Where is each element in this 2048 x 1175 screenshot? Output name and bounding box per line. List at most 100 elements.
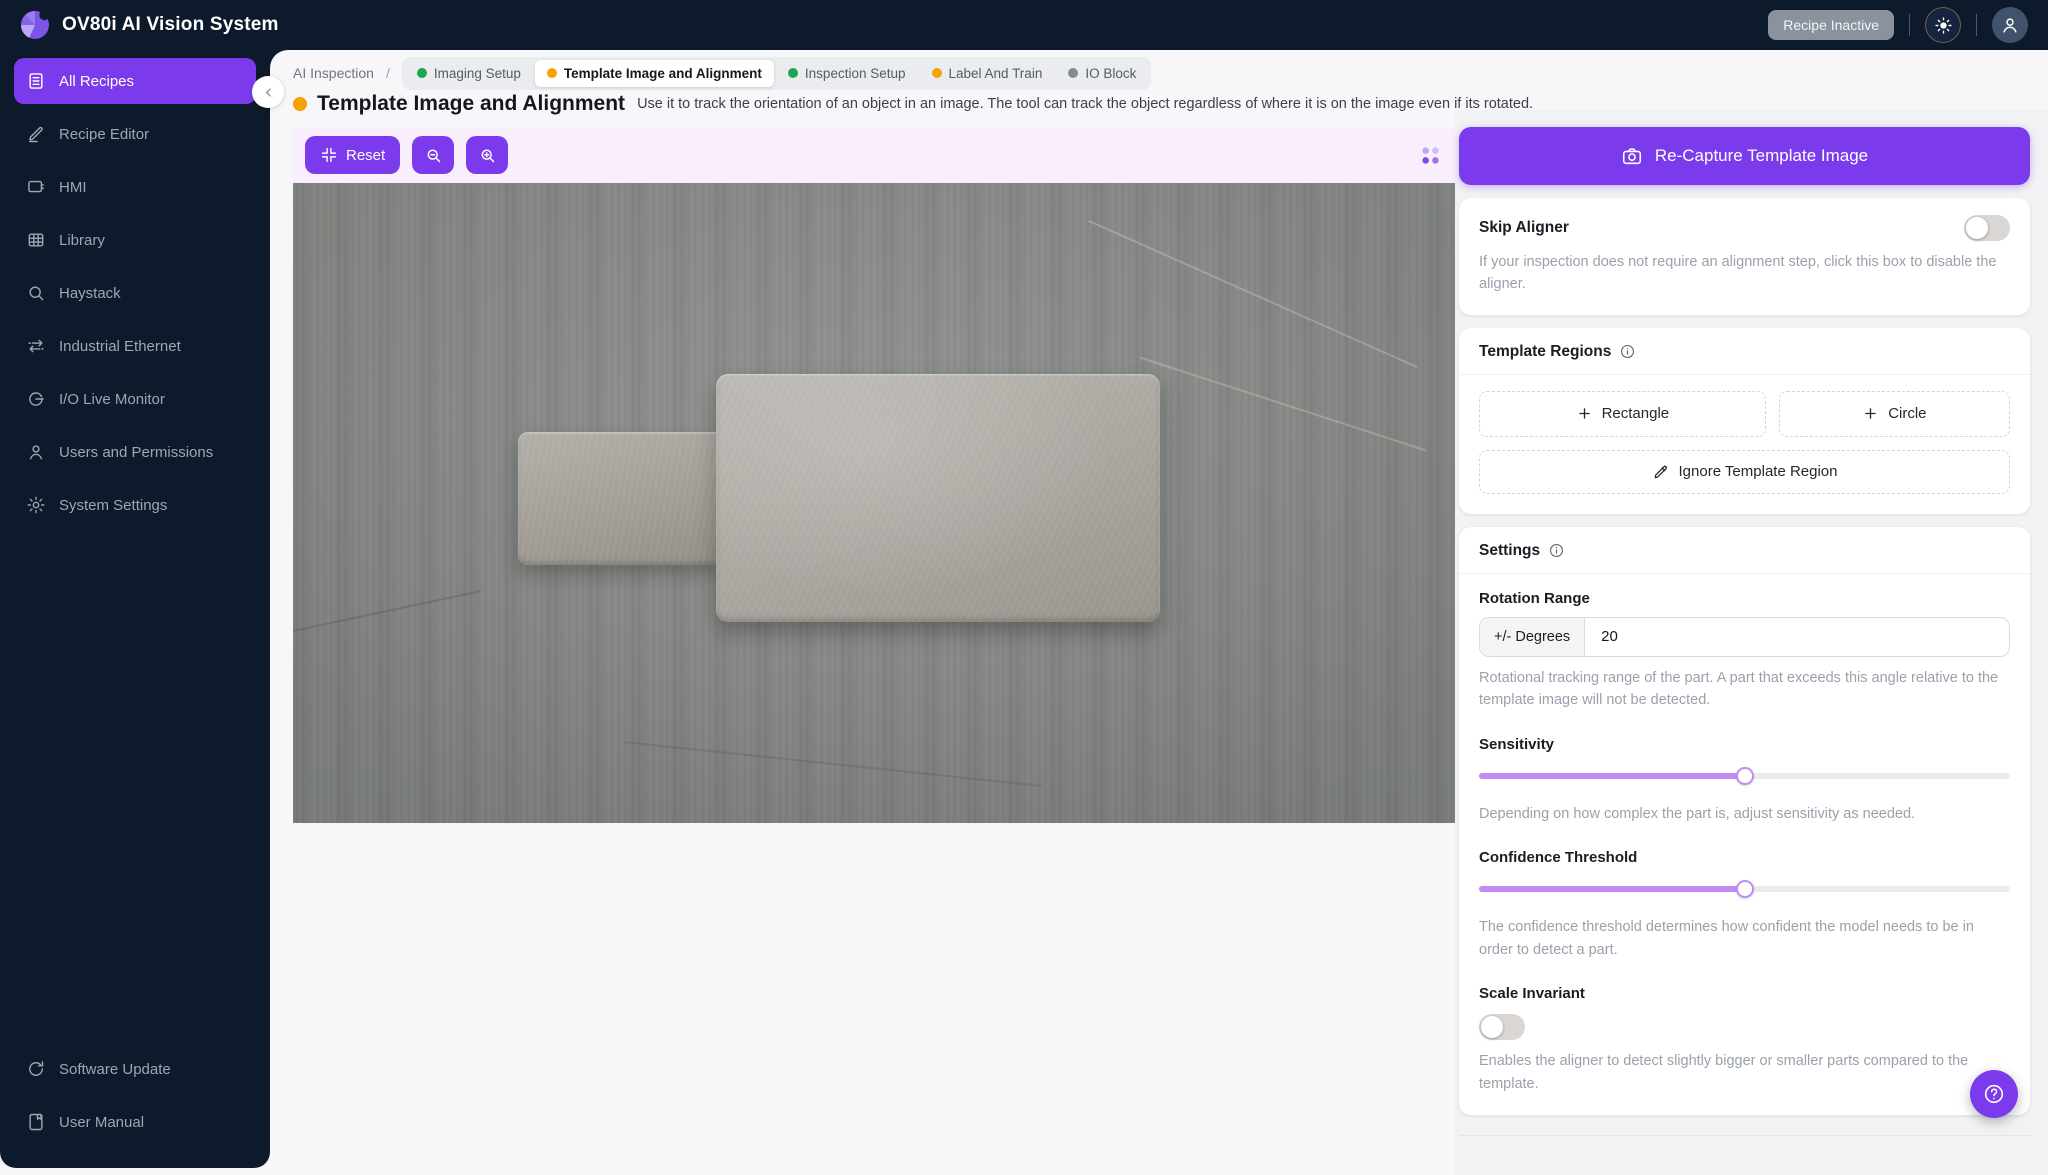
skip-aligner-card: Skip Aligner If your inspection does not… xyxy=(1459,198,2030,315)
zoom-out-button[interactable] xyxy=(412,136,455,174)
tab-label-and-train[interactable]: Label And Train xyxy=(920,60,1055,87)
panel-divider xyxy=(1459,1135,2030,1137)
info-icon[interactable] xyxy=(1619,343,1636,360)
tab-template-image-and-alignment[interactable]: Template Image and Alignment xyxy=(534,59,774,87)
settings-title: Settings xyxy=(1479,541,1541,559)
gear-icon xyxy=(27,496,45,514)
recapture-template-image-button[interactable]: Re-Capture Template Image xyxy=(1459,127,2030,185)
tab-io-block[interactable]: IO Block xyxy=(1056,60,1148,87)
breadcrumb: AI Inspection / Imaging Setup Template I… xyxy=(293,56,1152,90)
sidebar-item-user-manual[interactable]: User Manual xyxy=(14,1102,256,1142)
scale-invariant-description: Enables the aligner to detect slightly b… xyxy=(1479,1053,1969,1092)
skip-aligner-toggle[interactable] xyxy=(1964,215,2010,241)
rotation-range-description: Rotational tracking range of the part. A… xyxy=(1479,669,1999,709)
reset-view-button[interactable]: Reset xyxy=(305,136,401,174)
zoom-in-button[interactable] xyxy=(466,136,509,174)
search-icon xyxy=(29,286,44,301)
tab-label: Label And Train xyxy=(948,65,1043,81)
users-icon xyxy=(29,445,43,460)
info-icon[interactable] xyxy=(1548,542,1565,559)
book-icon xyxy=(29,1113,43,1131)
rotation-range-label: Rotation Range xyxy=(1479,589,1590,607)
monitor-icon xyxy=(28,180,44,193)
sidebar-collapse-button[interactable] xyxy=(252,76,284,108)
rotation-range-unit: +/- Degrees xyxy=(1480,617,1586,656)
rectangle-label: Rectangle xyxy=(1601,405,1670,423)
refresh-icon xyxy=(29,1061,44,1076)
recapture-label: Re-Capture Template Image xyxy=(1654,146,1869,165)
user-avatar[interactable] xyxy=(1992,7,2028,43)
skip-aligner-label: Skip Aligner xyxy=(1479,219,1569,236)
zoom-in-icon xyxy=(481,149,494,162)
tab-label: Inspection Setup xyxy=(804,65,906,81)
rotation-range-input[interactable] xyxy=(1585,617,2009,656)
status-badge: Recipe Inactive xyxy=(1768,10,1894,40)
status-dot xyxy=(787,68,798,78)
sensitivity-slider[interactable] xyxy=(1479,766,2010,785)
sidebar-item-label: Users and Permissions xyxy=(59,443,214,461)
step-tabs: Imaging Setup Template Image and Alignme… xyxy=(401,56,1152,90)
sidebar-item-library[interactable]: Library xyxy=(14,220,256,260)
sidebar-item-software-update[interactable]: Software Update xyxy=(14,1049,256,1089)
sidebar-item-label: Haystack xyxy=(59,284,121,302)
template-regions-title: Template Regions xyxy=(1479,342,1612,360)
slider-fill xyxy=(1479,886,1745,893)
toggle-knob xyxy=(1481,1016,1503,1039)
circle-label: Circle xyxy=(1888,405,1927,423)
slider-thumb[interactable] xyxy=(1735,880,1754,899)
sidebar-item-label: Industrial Ethernet xyxy=(59,337,181,355)
scale-invariant-toggle[interactable] xyxy=(1479,1014,1525,1041)
slider-thumb[interactable] xyxy=(1735,766,1754,785)
status-dot xyxy=(546,68,557,78)
sidebar-item-haystack[interactable]: Haystack xyxy=(14,273,256,313)
tab-label: IO Block xyxy=(1085,65,1137,81)
metal-part-tab xyxy=(518,431,723,566)
app-title: OV80i AI Vision System xyxy=(62,14,279,35)
ethernet-icon xyxy=(28,339,44,353)
grid-dots-icon xyxy=(1422,147,1439,164)
add-circle-region-button[interactable]: Circle xyxy=(1778,390,2010,437)
confidence-threshold-label: Confidence Threshold xyxy=(1479,849,1638,867)
template-image-canvas[interactable] xyxy=(293,183,1455,823)
sidebar-item-io-live-monitor[interactable]: I/O Live Monitor xyxy=(14,379,256,419)
chevron-left-icon xyxy=(265,87,271,97)
sidebar-item-label: Recipe Editor xyxy=(59,125,150,143)
recipes-icon xyxy=(29,73,43,89)
sidebar-item-all-recipes[interactable]: All Recipes xyxy=(14,58,256,104)
tab-inspection-setup[interactable]: Inspection Setup xyxy=(776,60,918,87)
scale-invariant-label: Scale Invariant xyxy=(1479,985,1585,1003)
ignore-template-region-button[interactable]: Ignore Template Region xyxy=(1479,449,2010,494)
ignore-template-region-label: Ignore Template Region xyxy=(1678,463,1838,481)
sidebar-item-system-settings[interactable]: System Settings xyxy=(14,485,256,525)
pencil-icon xyxy=(29,126,43,143)
status-dot xyxy=(1068,68,1079,78)
add-rectangle-region-button[interactable]: Rectangle xyxy=(1479,390,1766,437)
sidebar-item-label: All Recipes xyxy=(59,72,135,90)
status-dot xyxy=(416,68,427,78)
sidebar-item-recipe-editor[interactable]: Recipe Editor xyxy=(14,114,256,154)
confidence-threshold-slider[interactable] xyxy=(1479,880,2010,899)
breadcrumb-root[interactable]: AI Inspection xyxy=(293,65,374,81)
help-button[interactable] xyxy=(1970,1070,2018,1118)
app-logo-icon xyxy=(21,10,50,39)
top-bar: OV80i AI Vision System Recipe Inactive xyxy=(0,0,2048,50)
plus-icon xyxy=(1578,408,1590,420)
fit-view-icon xyxy=(321,147,337,163)
theme-toggle-button[interactable] xyxy=(1925,7,1961,43)
question-icon xyxy=(1984,1084,2004,1104)
io-monitor-icon xyxy=(29,392,44,406)
template-regions-card: Template Regions Rectangle Circle Ignore… xyxy=(1459,327,2030,514)
page-status-dot xyxy=(293,97,307,111)
breadcrumb-separator: / xyxy=(385,65,390,81)
toggle-knob xyxy=(1966,217,1988,239)
slider-fill xyxy=(1479,772,1745,779)
sidebar-item-label: HMI xyxy=(59,178,87,196)
sun-icon xyxy=(1934,16,1952,34)
rotation-range-input-group: +/- Degrees xyxy=(1479,616,2010,657)
tab-imaging-setup[interactable]: Imaging Setup xyxy=(405,60,533,87)
plus-icon xyxy=(1865,408,1876,420)
zoom-out-icon xyxy=(427,149,440,162)
sidebar-item-hmi[interactable]: HMI xyxy=(14,167,256,207)
sidebar-item-users-and-permissions[interactable]: Users and Permissions xyxy=(14,432,256,472)
sidebar-item-industrial-ethernet[interactable]: Industrial Ethernet xyxy=(14,326,256,366)
